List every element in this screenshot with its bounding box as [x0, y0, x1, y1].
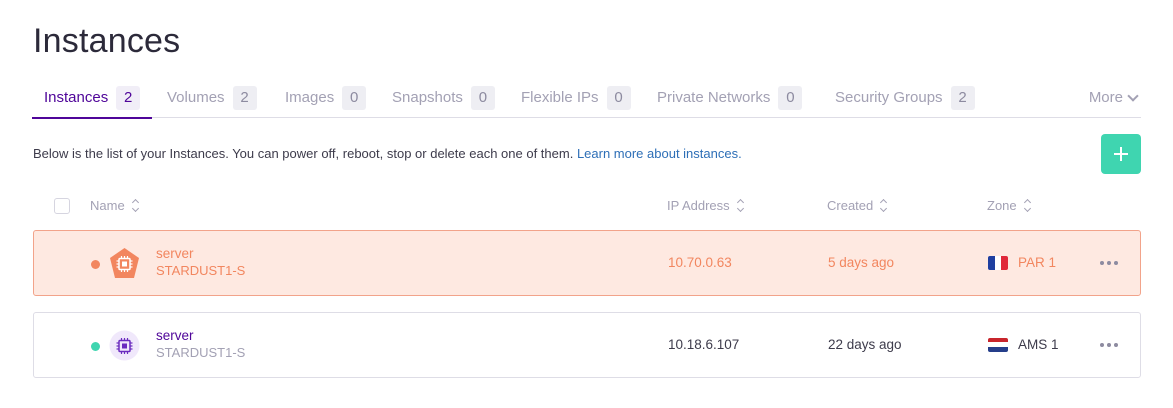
page-title: Instances [33, 22, 181, 60]
tab-label: Private Networks [657, 89, 771, 106]
sort-icon [880, 198, 888, 213]
column-header-zone[interactable]: Zone [987, 198, 1031, 213]
tab-label: Flexible IPs [521, 89, 599, 106]
name-cell: server STARDUST1-S [156, 245, 245, 279]
tab-private-networks[interactable]: Private Networks 0 [657, 86, 803, 118]
tab-volumes[interactable]: Volumes 2 [167, 86, 257, 118]
chevron-down-icon [1127, 89, 1139, 102]
sort-icon [1023, 198, 1031, 213]
column-header-created[interactable]: Created [827, 198, 888, 213]
instance-name[interactable]: server [156, 245, 245, 262]
select-all-checkbox[interactable] [54, 198, 70, 214]
more-tabs-button[interactable]: More [1088, 86, 1139, 110]
netherlands-flag-icon [988, 337, 1008, 352]
more-actions-icon[interactable] [1100, 343, 1118, 347]
status-dot [91, 342, 100, 351]
status-dot [91, 260, 100, 269]
instance-type: STARDUST1-S [156, 345, 246, 360]
table-row[interactable]: server STARDUST1-S 10.70.0.63 5 days ago… [33, 230, 1141, 296]
tab-label: Volumes [167, 89, 225, 106]
tab-security-groups[interactable]: Security Groups 2 [835, 86, 975, 118]
learn-more-link[interactable]: Learn more about instances. [577, 146, 742, 161]
zone-label: AMS 1 [1018, 337, 1059, 352]
tab-instances[interactable]: Instances 2 [31, 86, 153, 119]
tab-flexible-ips[interactable]: Flexible IPs 0 [521, 86, 631, 118]
tab-count: 2 [232, 86, 257, 110]
add-instance-button[interactable] [1101, 134, 1141, 174]
tab-count: 0 [342, 86, 367, 110]
tab-label: Snapshots [392, 89, 463, 106]
tab-count: 0 [470, 86, 495, 110]
more-actions-icon[interactable] [1100, 261, 1118, 265]
created-date: 22 days ago [828, 337, 902, 352]
france-flag-icon [988, 255, 1008, 270]
more-label: More [1088, 89, 1123, 106]
instance-cpu-icon [109, 330, 140, 361]
description-text: Below is the list of your Instances. You… [33, 146, 574, 161]
instance-cpu-icon [110, 248, 139, 278]
ip-address: 10.18.6.107 [668, 337, 740, 352]
tab-snapshots[interactable]: Snapshots 0 [392, 86, 495, 118]
column-header-ip-address[interactable]: IP Address [667, 198, 744, 213]
name-cell: server STARDUST1-S [156, 327, 245, 361]
column-label: Name [90, 198, 125, 213]
ip-address: 10.70.0.63 [668, 255, 732, 270]
tab-count: 0 [606, 86, 631, 110]
column-header-name[interactable]: Name [90, 198, 139, 213]
tab-images[interactable]: Images 0 [285, 86, 367, 118]
tab-label: Images [285, 89, 335, 106]
zone-cell: AMS 1 [988, 337, 1059, 352]
instance-name[interactable]: server [156, 327, 245, 344]
table-row[interactable]: server STARDUST1-S 10.18.6.107 22 days a… [33, 312, 1141, 378]
tab-count: 2 [950, 86, 975, 110]
sort-icon [131, 198, 139, 213]
tab-label: Security Groups [835, 89, 943, 106]
column-label: IP Address [667, 198, 730, 213]
description: Below is the list of your Instances. You… [33, 146, 742, 161]
zone-label: PAR 1 [1018, 255, 1057, 270]
tab-label: Instances [44, 89, 109, 106]
sort-icon [736, 198, 744, 213]
created-date: 5 days ago [828, 255, 895, 270]
column-label: Zone [987, 198, 1017, 213]
tab-count: 0 [778, 86, 803, 110]
column-label: Created [827, 198, 874, 213]
instance-type: STARDUST1-S [156, 263, 246, 278]
zone-cell: PAR 1 [988, 255, 1056, 270]
tab-bar: Instances 2 Volumes 2 Images 0 Snapshots… [31, 80, 1141, 119]
table-header: Name IP Address Created Zone [33, 196, 1141, 218]
tab-count: 2 [116, 86, 141, 110]
